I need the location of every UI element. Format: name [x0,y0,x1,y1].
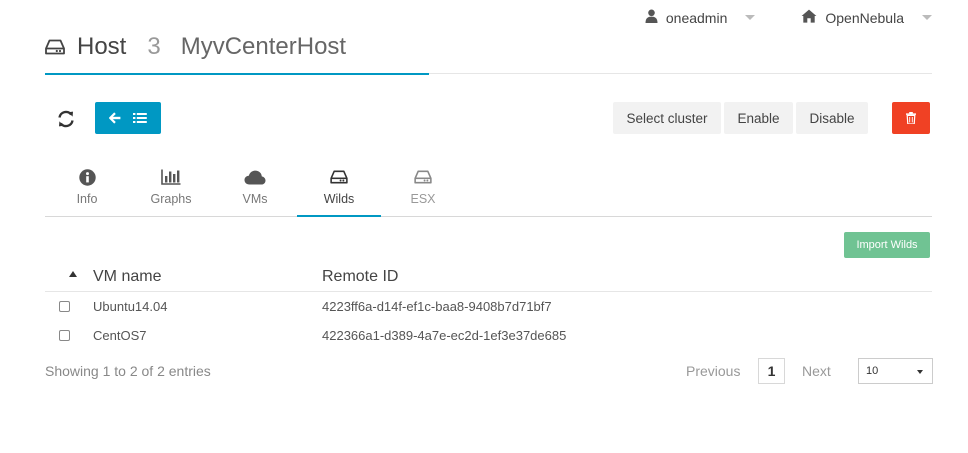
info-circle-icon [78,167,96,187]
hdd-icon [45,39,65,55]
sort-asc-icon[interactable] [69,271,77,277]
enable-button[interactable]: Enable [724,102,793,134]
resource-type: Host [77,33,127,60]
vm-name-cell: CentOS7 [93,328,147,343]
pagination-next[interactable]: Next [802,358,831,384]
zone-name: OpenNebula [825,9,904,26]
tab-label: ESX [410,192,436,206]
remote-id-cell: 4223ff6a-d14f-ef1c-baa8-9408b7d71bf7 [322,299,552,314]
row-checkbox[interactable] [59,301,70,312]
tab-label: VMs [242,192,268,206]
host-tabs: Info Graphs VMs Wilds ESX [45,158,932,217]
column-header-remote-id[interactable]: Remote ID [322,268,398,286]
select-cluster-button[interactable]: Select cluster [613,102,721,134]
page-length-value: 10 [866,365,879,377]
back-to-list-button[interactable] [95,102,161,134]
list-icon [133,113,147,123]
chevron-down-icon [745,15,756,20]
table-row[interactable]: CentOS7 422366a1-d389-4a7e-ec2d-1ef3e37d… [45,321,932,350]
resource-id: 3 [147,33,161,60]
page-header: Host 3 MyvCenterHost [45,30,429,75]
tab-info[interactable]: Info [45,158,129,217]
tab-esx[interactable]: ESX [381,158,465,217]
table-row[interactable]: Ubuntu14.04 4223ff6a-d14f-ef1c-baa8-9408… [45,292,932,321]
table-header: VM name Remote ID [45,263,932,292]
page-title: Host 3 MyvCenterHost [45,30,429,64]
hdd-icon [414,167,432,187]
pagination-page[interactable]: 1 [758,358,785,384]
table-info: Showing 1 to 2 of 2 entries [45,363,211,379]
delete-button[interactable] [892,102,930,134]
bar-chart-icon [161,167,181,187]
pagination-previous[interactable]: Previous [686,358,740,384]
header-divider [429,73,932,74]
column-header-vm-name[interactable]: VM name [93,268,161,286]
trash-icon [906,112,916,124]
tab-label: Info [76,192,98,206]
import-wilds-button[interactable]: Import Wilds [844,232,930,258]
cloud-icon [244,167,266,187]
remote-id-cell: 422366a1-d389-4a7e-ec2d-1ef3e37de685 [322,328,567,343]
zone-menu[interactable]: OpenNebula [801,9,932,26]
row-checkbox[interactable] [59,330,70,341]
top-bar: oneadmin OpenNebula [645,9,932,26]
vm-name-cell: Ubuntu14.04 [93,299,168,314]
disable-button[interactable]: Disable [796,102,868,134]
refresh-icon [58,110,74,128]
page-length-select[interactable]: 10 [858,358,933,384]
tab-label: Graphs [150,192,192,206]
user-name: oneadmin [665,9,728,26]
resource-name: MyvCenterHost [180,33,347,60]
tab-vms[interactable]: VMs [213,158,297,217]
tab-graphs[interactable]: Graphs [129,158,213,217]
user-icon [645,9,658,26]
user-menu[interactable]: oneadmin [645,9,756,26]
chevron-down-icon [917,370,923,374]
home-icon [801,9,817,26]
refresh-button[interactable] [56,109,76,129]
tab-wilds[interactable]: Wilds [297,158,381,217]
chevron-down-icon [922,15,932,20]
tab-label: Wilds [323,192,355,206]
wilds-table: VM name Remote ID Ubuntu14.04 4223ff6a-d… [45,263,932,350]
arrow-left-icon [109,112,121,124]
hdd-icon [330,167,348,187]
